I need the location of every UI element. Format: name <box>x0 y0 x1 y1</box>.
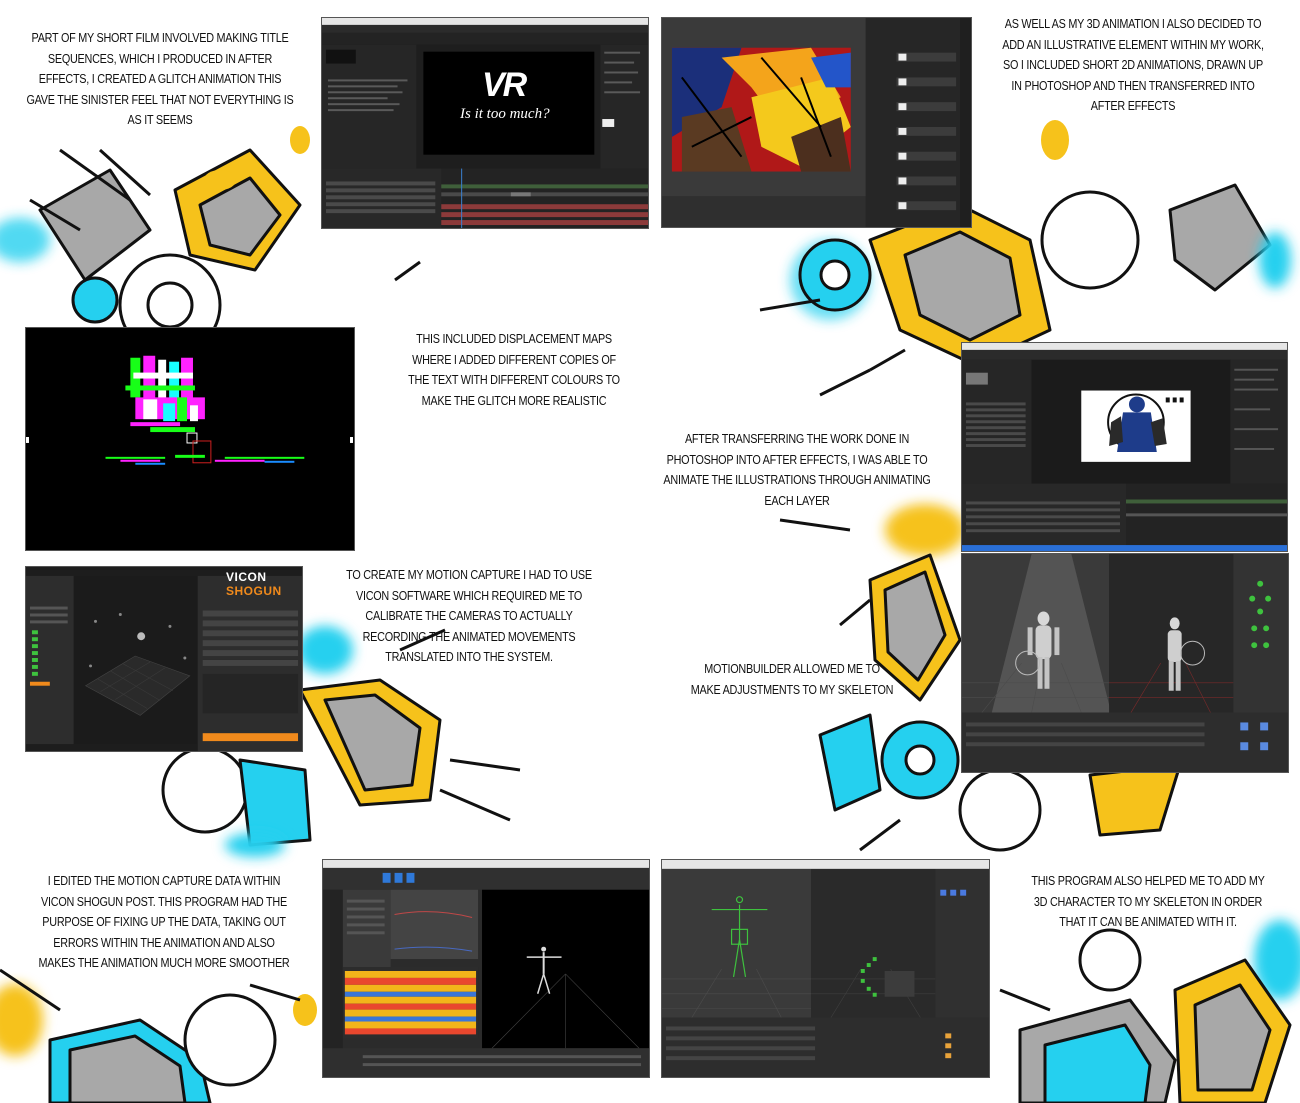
shogun-post-ui-graphic <box>323 860 649 1077</box>
screenshot-motionbuilder-character <box>661 859 990 1078</box>
screenshot-glitch-displacement <box>25 327 355 551</box>
photoshop-ui-graphic <box>662 18 971 227</box>
ae-layers-ui-graphic <box>962 343 1287 551</box>
sketch-cluster-bottom-left <box>0 968 317 1103</box>
after-effects-ui-graphic <box>322 18 648 228</box>
caption-motionbuilder: MOTIONBUILDER ALLOWED ME TO MAKE ADJUSTM… <box>690 662 894 697</box>
mb-character-ui-graphic <box>662 860 989 1077</box>
vicon-logo: VICON SHOGUN <box>226 570 302 598</box>
screenshot-after-effects-title: VR Is it too much? <box>321 17 649 229</box>
caption-illustrative-element: AS WELL AS MY 3D ANIMATION I ALSO DECIDE… <box>1002 17 1264 114</box>
motionbuilder-ui-graphic <box>962 554 1288 772</box>
caption-transferring: AFTER TRANSFERRING THE WORK DONE IN PHOT… <box>663 432 931 508</box>
caption-3d-character: THIS PROGRAM ALSO HELPED ME TO ADD MY 3D… <box>1031 874 1265 930</box>
sketch-cluster-bottom-right <box>999 920 1300 1103</box>
screenshot-photoshop-illustration <box>661 17 972 228</box>
caption-shogun-post: I EDITED THE MOTION CAPTURE DATA WITHIN … <box>38 874 290 971</box>
ae-subtitle: Is it too much? <box>460 106 550 122</box>
caption-displacement-maps: THIS INCLUDED DISPLACEMENT MAPS WHERE I … <box>408 332 620 408</box>
vicon-logo-main: VICON <box>226 570 267 584</box>
caption-title-sequences: PART OF MY SHORT FILM INVOLVED MAKING TI… <box>26 31 294 128</box>
screenshot-vicon-shogun-live: VICON SHOGUN <box>25 566 303 752</box>
screenshot-vicon-shogun-post <box>322 859 650 1078</box>
glitch-frame-graphic <box>26 328 354 550</box>
caption-motion-capture: TO CREATE MY MOTION CAPTURE I HAD TO USE… <box>346 568 592 665</box>
screenshot-motionbuilder-skeleton <box>961 553 1289 773</box>
screenshot-after-effects-layers <box>961 342 1288 552</box>
vicon-logo-sub: SHOGUN <box>226 584 282 598</box>
ae-title-vr: VR <box>482 66 527 104</box>
